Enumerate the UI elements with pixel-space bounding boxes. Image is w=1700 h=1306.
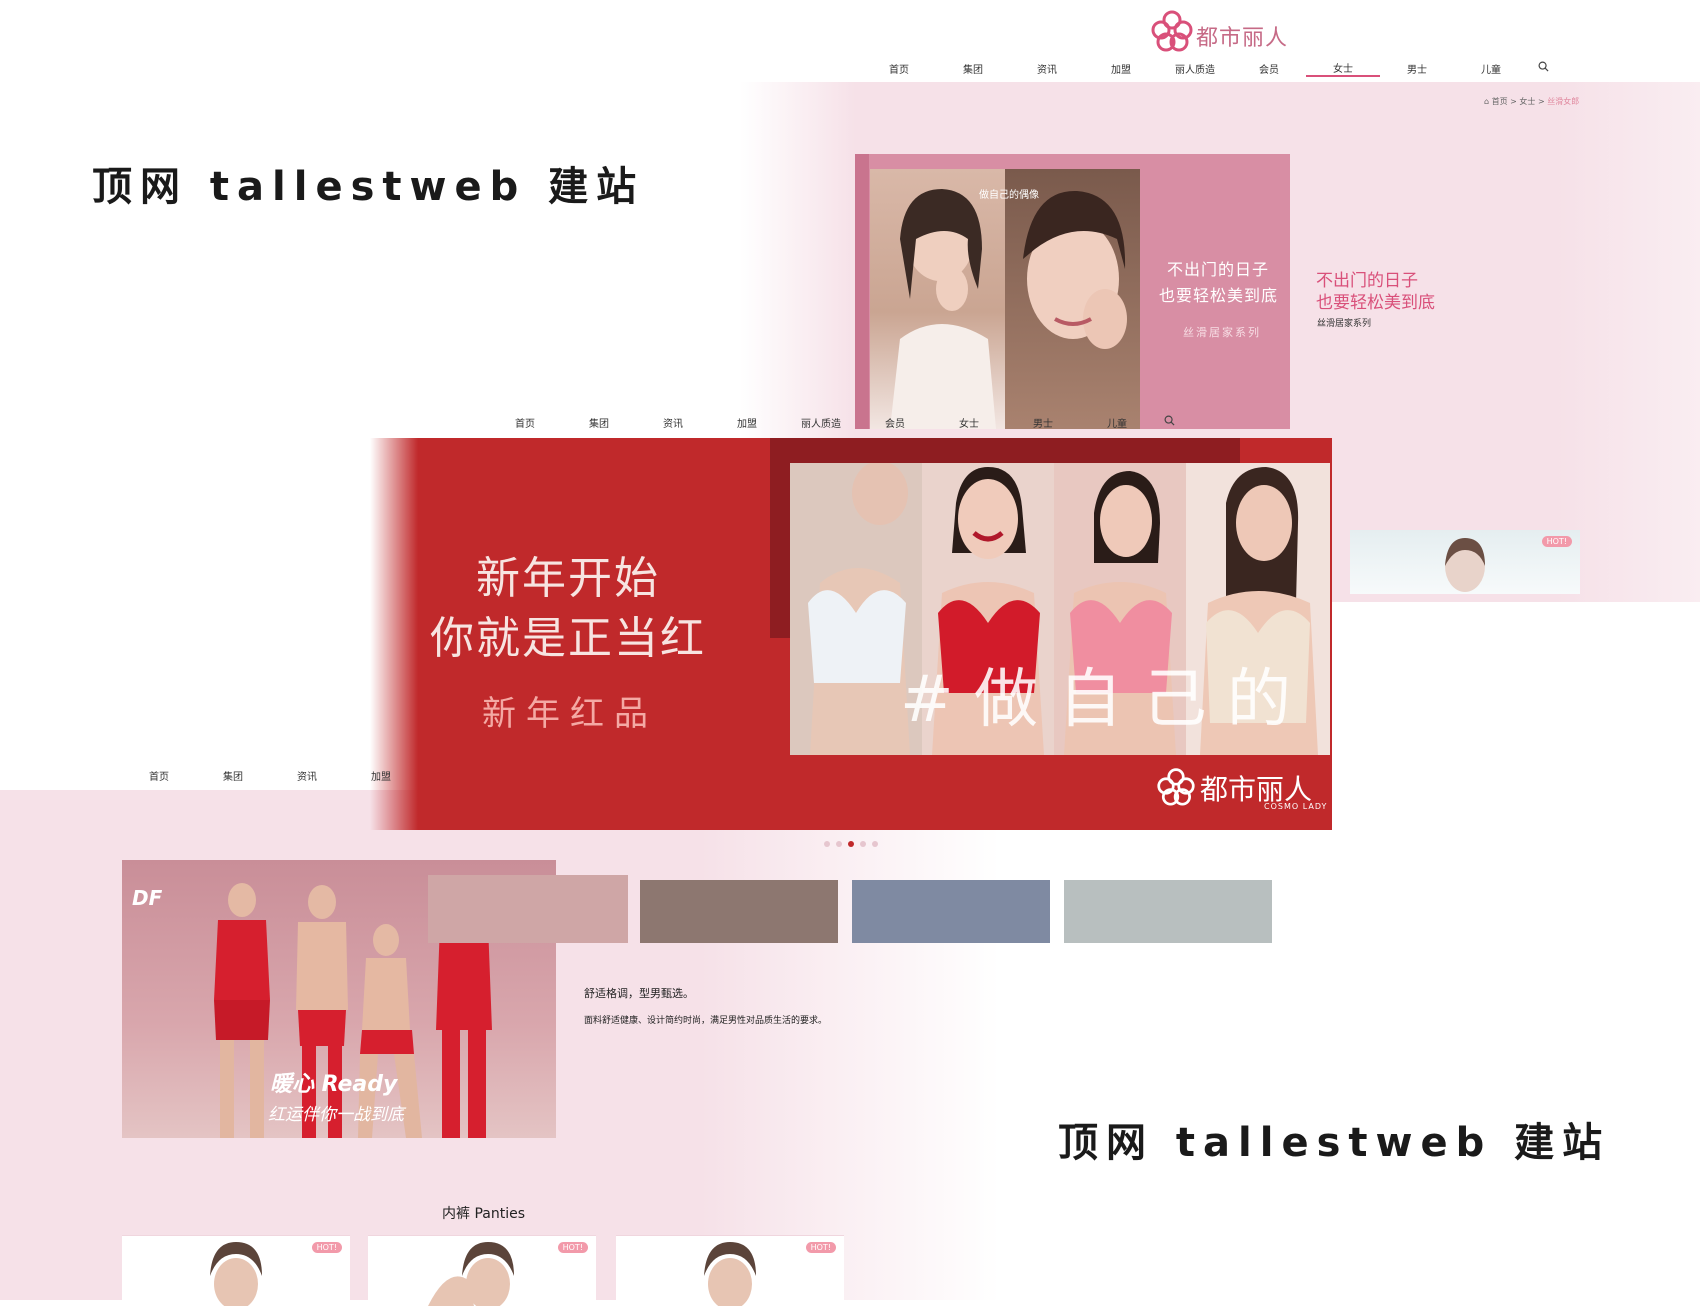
breadcrumb-home[interactable]: 首页 (1492, 97, 1508, 106)
nav-item-news[interactable]: 资讯 (270, 768, 344, 783)
women-banner-edge (855, 154, 869, 429)
hero-line-1: 新年开始 (476, 553, 660, 604)
hot-badge: HOT! (311, 1242, 342, 1253)
model-thumb (1445, 538, 1485, 592)
nav-item-group[interactable]: 集团 (196, 768, 270, 783)
watermark-bottom: 顶网 tallestweb 建站 (1058, 1120, 1611, 1166)
hero-nav: 首页 集团 资讯 加盟 丽人质造 会员 女士 男士 儿童 (488, 415, 1188, 430)
nav-item-group[interactable]: 集团 (936, 61, 1010, 76)
model-thumb (428, 1242, 514, 1306)
breadcrumb-section[interactable]: 女士 (1519, 97, 1535, 106)
hot-badge: HOT! (805, 1242, 836, 1253)
model-thumb (704, 1242, 756, 1306)
nav-item-franchise[interactable]: 加盟 (1084, 61, 1158, 76)
carousel-dot-active[interactable] (848, 841, 854, 847)
flower-logo-icon (1151, 10, 1193, 52)
hero-line-2: 你就是正当红 (430, 613, 706, 664)
thumb[interactable] (428, 875, 628, 943)
nav-item-news[interactable]: 资讯 (636, 415, 710, 430)
hero-logo: 都市丽人 COSMO LADY (1156, 764, 1332, 814)
nav-item-franchise[interactable]: 加盟 (344, 768, 418, 783)
nav-item-franchise[interactable]: 加盟 (710, 415, 784, 430)
watermark-top: 顶网 tallestweb 建站 (92, 164, 645, 210)
women-banner-headline-2: 也要轻松美到底 (1159, 286, 1279, 305)
men-slogan-2: 红运伴你一战到底 (268, 1105, 404, 1125)
hot-badge: HOT! (1541, 536, 1572, 547)
product-card[interactable]: HOT! (368, 1235, 596, 1306)
nav-item-member[interactable]: 会员 (1232, 61, 1306, 76)
men-slogan-1: 暖心 Ready (270, 1072, 398, 1097)
women-banner[interactable]: 做自己的偶像 不出门的日子 也要轻松美到底 丝滑居家系列 (855, 154, 1290, 429)
women-banner-headline-1: 不出门的日子 (1167, 260, 1270, 279)
nav-item-women[interactable]: 女士 (932, 415, 1006, 430)
search-icon[interactable] (1528, 61, 1558, 75)
women-banner-series: 丝滑居家系列 (1183, 326, 1261, 339)
nav-item-women[interactable]: 女士 (1306, 60, 1380, 77)
top-nav: 首页 集团 资讯 加盟 丽人质造 会员 女士 男士 儿童 (862, 60, 1562, 77)
hero-banner[interactable]: 新年开始 你就是正当红 新年红品 # 做 自 己 的 都市丽人 COSMO LA… (370, 438, 1332, 830)
hot-badge: HOT! (557, 1242, 588, 1253)
men-heading: 舒适格调，型男甄选。 (584, 987, 694, 1000)
women-side-series: 丝滑居家系列 (1317, 319, 1372, 329)
hero-overlay-text: # 做 自 己 的 (900, 663, 1291, 737)
men-thumb-strip (428, 875, 1272, 945)
logo-text: 都市丽人 (1196, 26, 1289, 51)
model-thumb (210, 1242, 262, 1306)
women-banner-tag: 做自己的偶像 (979, 190, 1039, 201)
panties-title: 内裤 Panties (442, 1206, 526, 1222)
nav-item-quality[interactable]: 丽人质造 (784, 415, 858, 430)
nav-item-home[interactable]: 首页 (488, 415, 562, 430)
thumb[interactable] (640, 880, 838, 943)
carousel-dots (824, 841, 878, 847)
nav-item-group[interactable]: 集团 (562, 415, 636, 430)
nav-item-home[interactable]: 首页 (122, 768, 196, 783)
carousel-dot[interactable] (824, 841, 830, 847)
women-side-line-2: 也要轻松美到底 (1316, 293, 1435, 313)
breadcrumb: ⌂ 首页 > 女士 > 丝滑女郎 (1484, 97, 1580, 106)
home-icon[interactable]: ⌂ (1484, 97, 1489, 106)
nav-item-news[interactable]: 资讯 (1010, 61, 1084, 76)
nav-item-men[interactable]: 男士 (1380, 61, 1454, 76)
men-nav: 首页 集团 资讯 加盟 (122, 768, 422, 783)
nav-item-kids[interactable]: 儿童 (1080, 415, 1154, 430)
thumb[interactable] (1064, 880, 1272, 943)
nav-item-home[interactable]: 首页 (862, 61, 936, 76)
carousel-dot[interactable] (836, 841, 842, 847)
product-card[interactable]: HOT! (122, 1235, 350, 1306)
women-photo-left (870, 169, 1010, 429)
nav-item-men[interactable]: 男士 (1006, 415, 1080, 430)
carousel-dot[interactable] (860, 841, 866, 847)
search-icon[interactable] (1154, 415, 1184, 429)
flower-logo-icon (1157, 768, 1195, 806)
women-product-thumb[interactable]: HOT! (1350, 530, 1580, 594)
hero-logo-sub: COSMO LADY (1264, 802, 1328, 811)
nav-item-quality[interactable]: 丽人质造 (1158, 61, 1232, 76)
carousel-dot[interactable] (872, 841, 878, 847)
women-photo-right (1005, 169, 1140, 429)
product-card[interactable]: HOT! (616, 1235, 844, 1306)
nav-item-kids[interactable]: 儿童 (1454, 61, 1528, 76)
hero-line-3: 新年红品 (482, 694, 658, 734)
breadcrumb-current: 丝滑女郎 (1547, 97, 1580, 106)
men-desc: 面料舒适健康、设计简约时尚，满足男性对品质生活的要求。 (584, 1016, 828, 1026)
thumb[interactable] (852, 880, 1050, 943)
site-logo[interactable]: 都市丽人 (1150, 8, 1290, 52)
nav-item-member[interactable]: 会员 (858, 415, 932, 430)
